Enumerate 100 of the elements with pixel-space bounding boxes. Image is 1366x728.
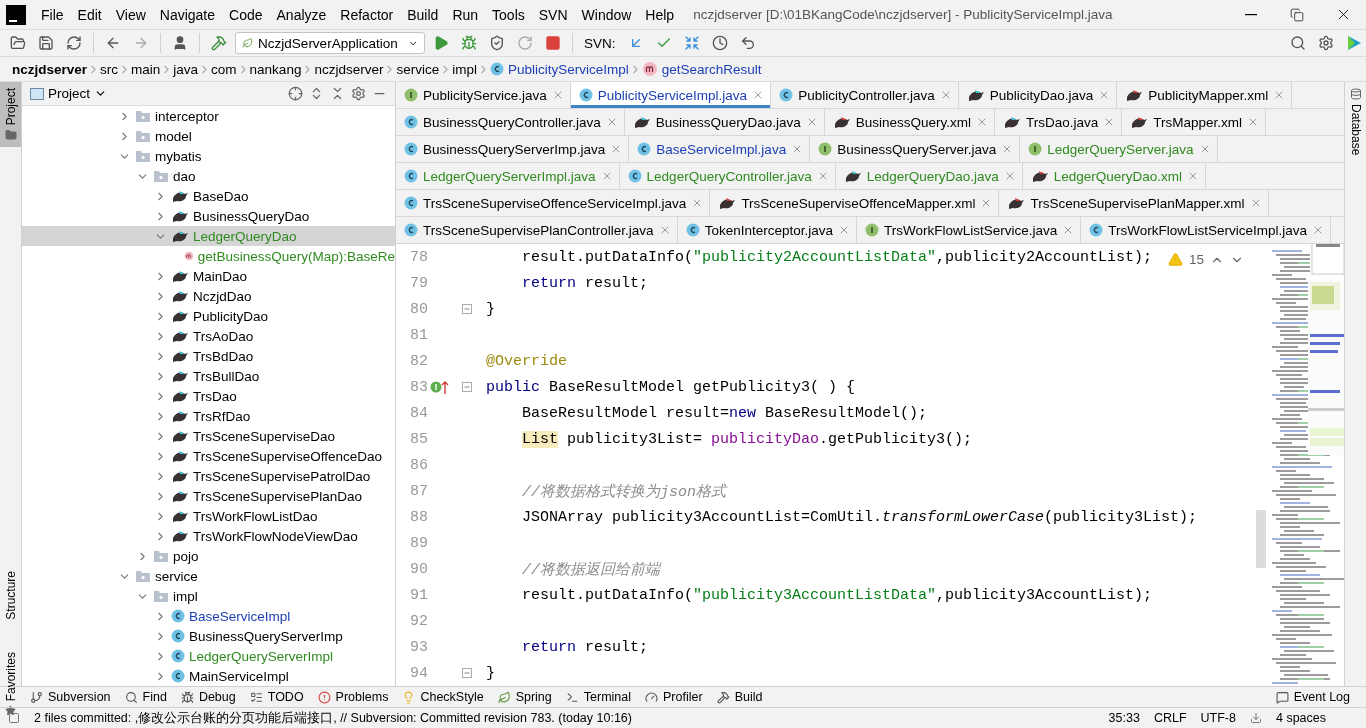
editor-tab[interactable]: PublicityService.java <box>396 82 571 108</box>
breadcrumb-item[interactable]: nankang <box>249 61 302 77</box>
menu-item[interactable]: Edit <box>70 6 109 23</box>
tree-row[interactable]: MainServiceImpl <box>22 666 395 686</box>
tree-row[interactable]: NczjdDao <box>22 286 395 306</box>
editor-tab[interactable]: BusinessQuery.xml <box>824 109 995 135</box>
indent-setting[interactable]: 4 spaces <box>1275 711 1326 725</box>
breadcrumb-item[interactable]: getSearchResult <box>641 61 762 77</box>
tree-row[interactable]: LedgerQueryServerImpl <box>22 646 395 666</box>
editor-tab[interactable]: TrsWorkFlowListServiceImpl.java <box>1081 217 1332 243</box>
tree-row[interactable]: TrsRfDao <box>22 406 395 426</box>
tree-row[interactable]: dao <box>22 166 395 186</box>
breadcrumb-item[interactable]: com <box>211 61 237 77</box>
fold-icon[interactable] <box>462 668 472 678</box>
editor-tab[interactable]: BaseServiceImpl.java <box>629 136 811 162</box>
editor-tab[interactable]: PublicityMapper.xml <box>1117 82 1293 108</box>
menu-item[interactable]: Refactor <box>333 6 401 23</box>
tree-row[interactable]: MainDao <box>22 266 395 286</box>
editor-tab[interactable]: LedgerQueryServerImpl.java <box>396 163 620 189</box>
editor-tab[interactable]: TrsSceneSupervisePlanMapper.xml <box>999 190 1269 216</box>
side-tab[interactable]: Favorites <box>0 646 21 723</box>
tree-row[interactable]: interceptor <box>22 106 395 126</box>
tree-row[interactable]: BaseServiceImpl <box>22 606 395 626</box>
editor-tab[interactable]: PublicityServiceImpl.java <box>570 82 772 108</box>
tool-window-button[interactable]: Terminal <box>565 690 632 704</box>
breadcrumb-item[interactable]: impl <box>452 61 477 77</box>
tree-row[interactable]: TrsWorkFlowListDao <box>22 506 395 526</box>
menu-item[interactable]: SVN <box>531 6 575 23</box>
tree-row[interactable]: getBusinessQuery(Map):BaseRe <box>22 246 395 266</box>
editor-tab[interactable]: LedgerQueryDao.xml <box>1022 163 1207 189</box>
breadcrumb-item[interactable]: nczjdserver <box>314 61 384 77</box>
breadcrumb-item[interactable]: java <box>173 61 199 77</box>
event-log-button[interactable]: Event Log <box>1275 690 1350 704</box>
editor-tab[interactable]: PublicityController.java <box>771 82 959 108</box>
tree-row[interactable]: TrsAoDao <box>22 326 395 346</box>
project-view-dropdown[interactable]: Project <box>30 86 108 101</box>
breadcrumb-item[interactable]: main <box>131 61 161 77</box>
fold-icon[interactable] <box>462 382 472 392</box>
editor-tab[interactable]: TrsSceneSuperviseOffenceServiceImpl.java <box>396 190 711 216</box>
menu-item[interactable]: Help <box>638 6 682 23</box>
tree-row[interactable]: TrsSceneSuperviseDao <box>22 426 395 446</box>
warning-count[interactable]: 15 <box>1188 252 1204 267</box>
side-tab[interactable]: Database <box>1345 82 1366 162</box>
tree-row[interactable]: TrsDao <box>22 386 395 406</box>
tree-row[interactable]: TrsBdDao <box>22 346 395 366</box>
menu-item[interactable]: Build <box>400 6 446 23</box>
settings-icon[interactable] <box>351 86 366 101</box>
tree-row[interactable]: BusinessQueryServerImp <box>22 626 395 646</box>
menu-item[interactable]: View <box>108 6 153 23</box>
tree-row[interactable]: TrsSceneSuperviseOffenceDao <box>22 446 395 466</box>
implements-icon[interactable] <box>430 379 450 395</box>
tree-row[interactable]: TrsSceneSupervisePlanDao <box>22 486 395 506</box>
menu-item[interactable]: File <box>34 6 71 23</box>
editor-tab[interactable]: BusinessQueryController.java <box>396 109 625 135</box>
tree-row[interactable]: model <box>22 126 395 146</box>
tool-window-button[interactable]: Build <box>716 690 763 704</box>
editor-tab[interactable]: LedgerQueryController.java <box>619 163 836 189</box>
side-tab[interactable]: Project <box>0 82 21 148</box>
tool-window-button[interactable]: Profiler <box>645 690 703 704</box>
fold-icon[interactable] <box>462 304 472 314</box>
tool-window-button[interactable]: CheckStyle <box>402 690 484 704</box>
editor-tab[interactable]: LedgerQueryDao.java <box>835 163 1023 189</box>
editor-tab[interactable]: TrsMapper.xml <box>1122 109 1266 135</box>
tree-row[interactable]: pojo <box>22 546 395 566</box>
tool-window-button[interactable]: Debug <box>180 690 236 704</box>
scrollbar-thumb[interactable] <box>1256 510 1266 568</box>
tool-window-button[interactable]: Problems <box>317 690 389 704</box>
tree-row[interactable]: BusinessQueryDao <box>22 206 395 226</box>
editor-tab[interactable]: LedgerQueryServer.java <box>1020 136 1218 162</box>
close-icon[interactable] <box>1247 116 1259 128</box>
breadcrumb-item[interactable]: PublicityServiceImpl <box>489 61 629 77</box>
tool-window-button[interactable]: Find <box>124 690 167 704</box>
menu-item[interactable]: Window <box>574 6 639 23</box>
side-tab[interactable]: Structure <box>0 565 21 627</box>
menu-item[interactable]: Tools <box>485 6 532 23</box>
editor-tab[interactable]: TrsSceneSupervisePlanController.java <box>396 217 678 243</box>
menu-item[interactable]: Navigate <box>152 6 223 23</box>
editor-tab[interactable]: TrsWorkFlowListService.java <box>856 217 1082 243</box>
tree-row[interactable]: PublicityDao <box>22 306 395 326</box>
editor-tab[interactable]: TrsDao.java <box>994 109 1123 135</box>
panel-toggle-icon[interactable] <box>8 712 20 724</box>
tool-window-button[interactable]: Spring <box>497 690 552 704</box>
tool-window-button[interactable]: Subversion <box>30 690 111 704</box>
editor-tab[interactable]: BusinessQueryServerImp.java <box>396 136 630 162</box>
breadcrumb-item[interactable]: src <box>100 61 119 77</box>
breadcrumb-item[interactable]: service <box>396 61 440 77</box>
tree-row[interactable]: TrsSceneSupervisePatrolDao <box>22 466 395 486</box>
editor-tab[interactable]: TokenInterceptor.java <box>677 217 857 243</box>
tree-row[interactable]: service <box>22 566 395 586</box>
editor-tab[interactable]: BusinessQueryServer.java <box>810 136 1021 162</box>
line-ending[interactable]: CRLF <box>1153 711 1187 725</box>
breadcrumb-item[interactable]: nczjdserver <box>12 61 88 77</box>
run-configuration-dropdown[interactable]: NczjdServerApplication <box>235 32 425 54</box>
tree-row[interactable]: TrsWorkFlowNodeViewDao <box>22 526 395 546</box>
locate-icon[interactable] <box>288 86 303 101</box>
editor-tab[interactable]: BusinessQueryDao.java <box>624 109 825 135</box>
menu-item[interactable]: Run <box>445 6 486 23</box>
tree-row[interactable]: BaseDao <box>22 186 395 206</box>
caret-position[interactable]: 35:33 <box>1108 711 1140 725</box>
tree-row[interactable]: impl <box>22 586 395 606</box>
